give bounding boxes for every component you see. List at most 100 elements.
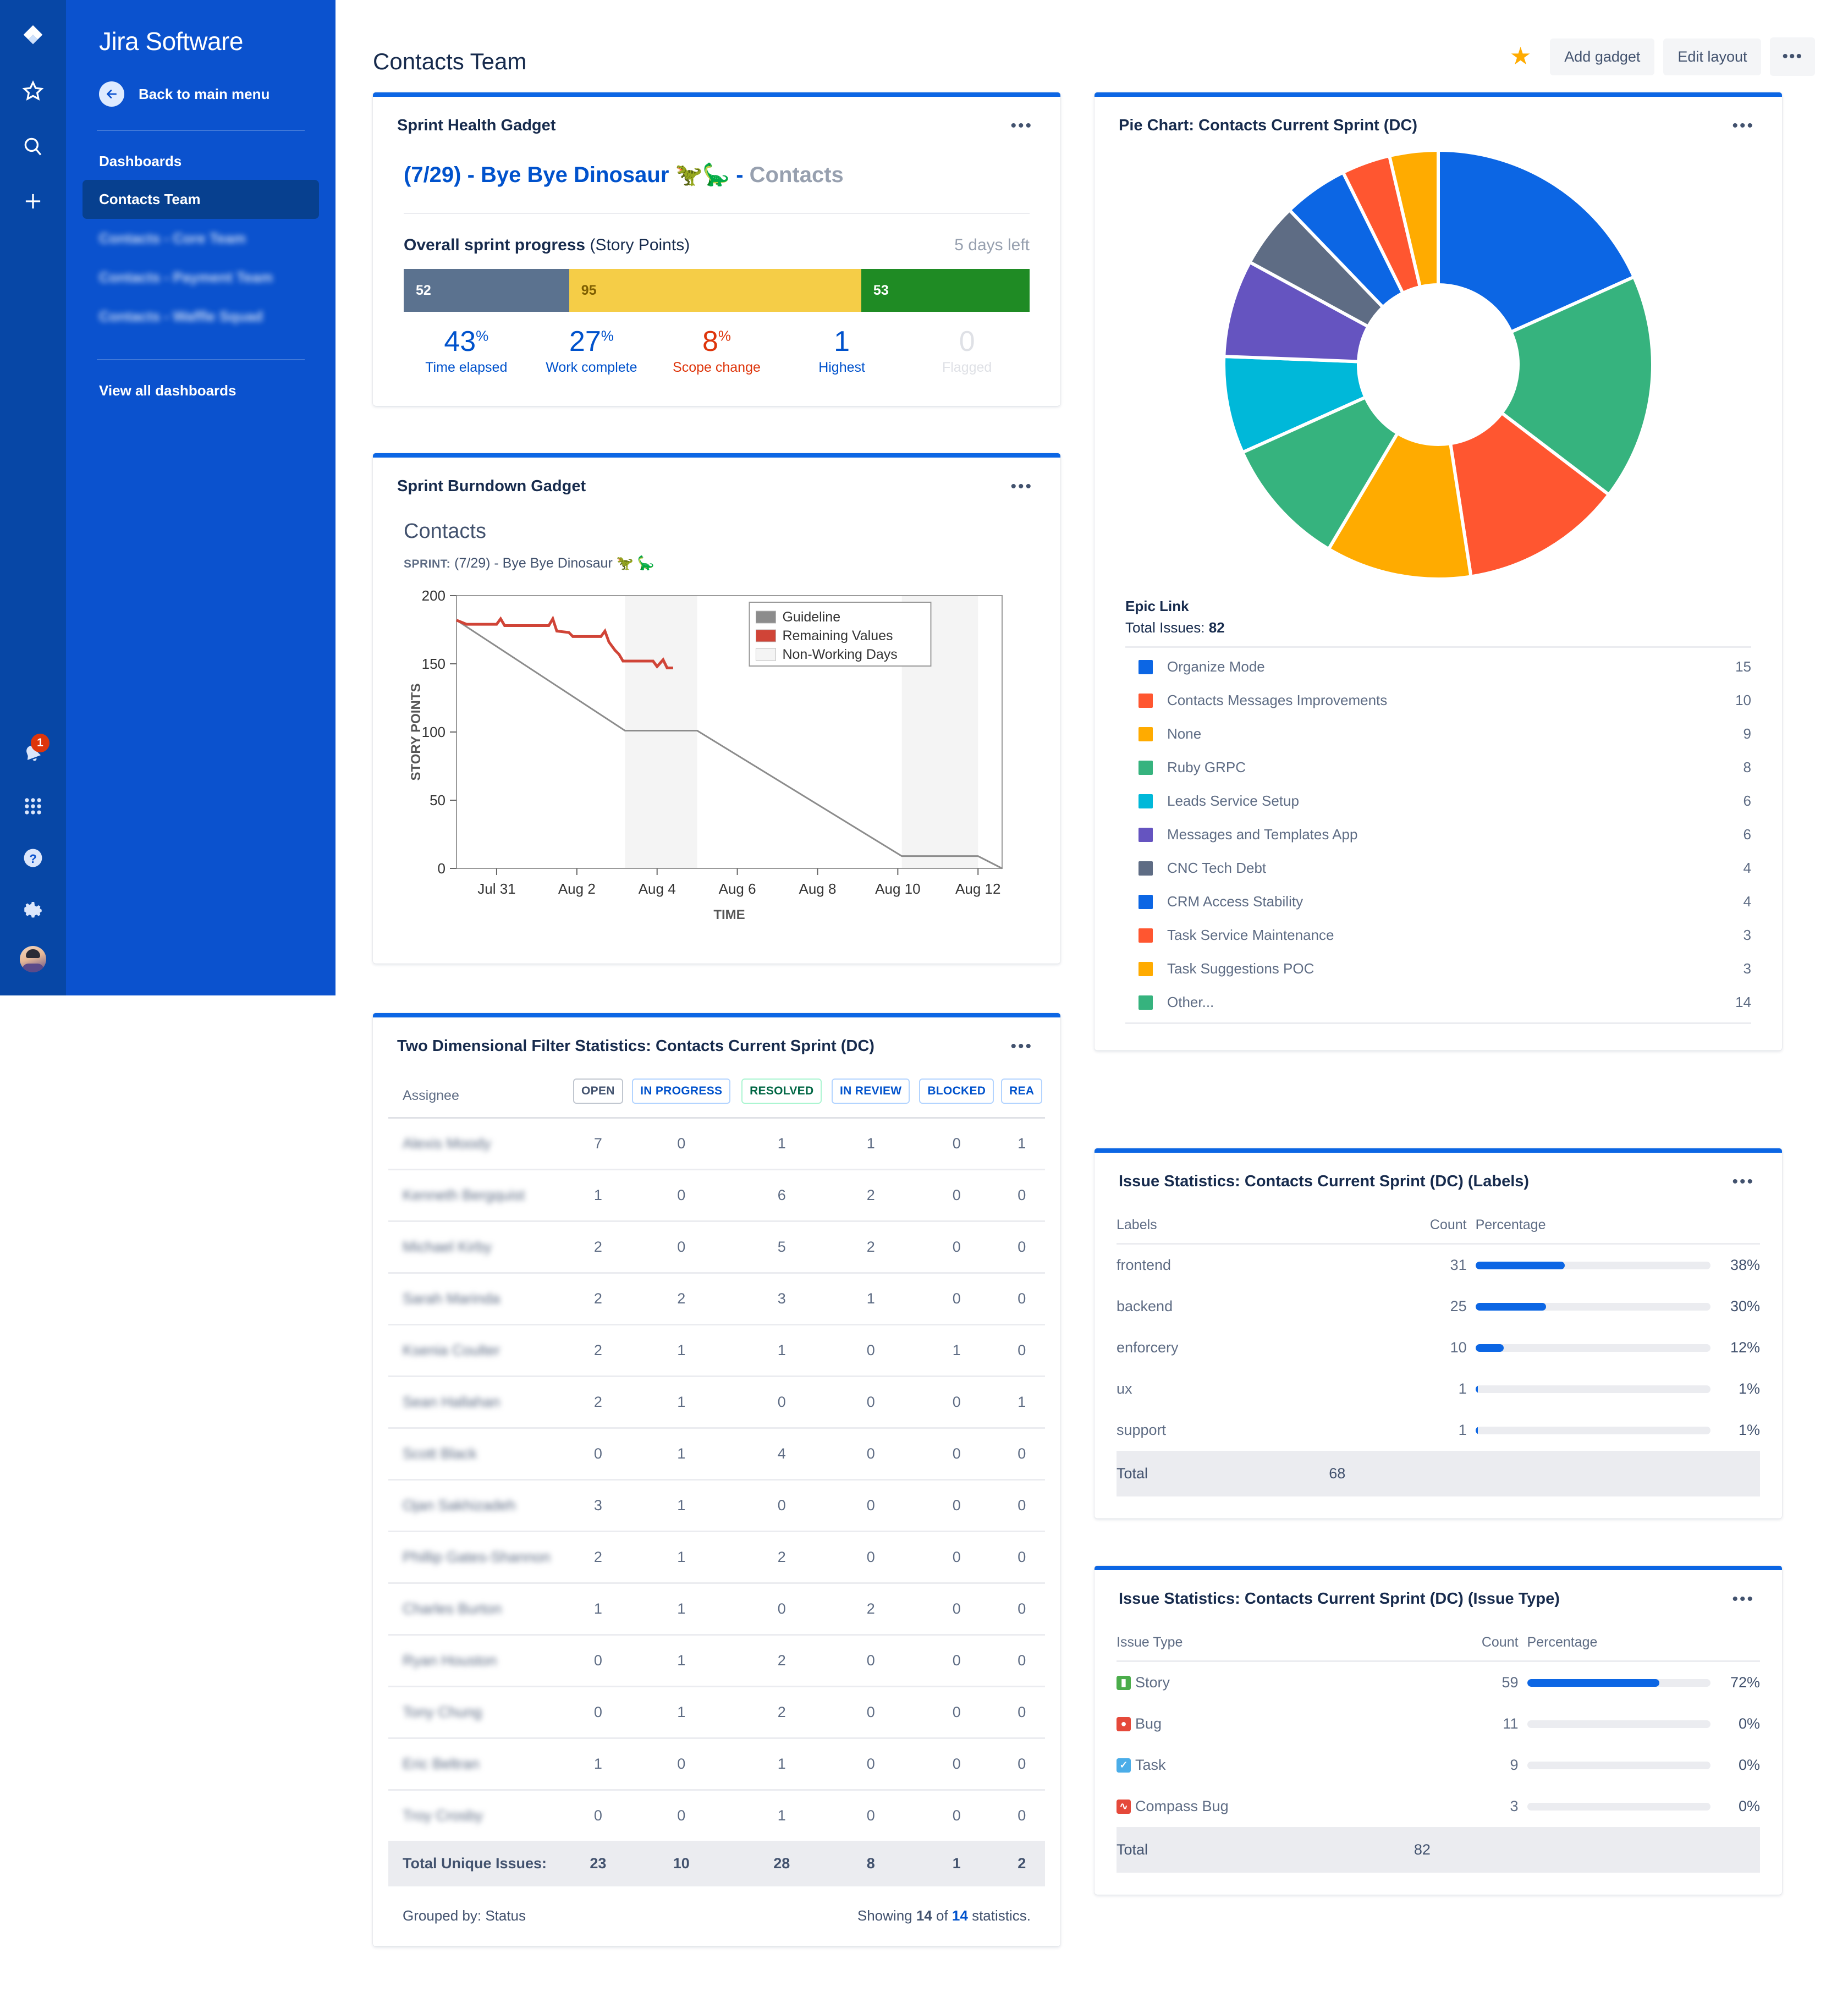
cell-value[interactable]: 0 xyxy=(915,1220,999,1273)
pie-legend-item[interactable]: CNC Tech Debt 4 xyxy=(1125,851,1751,885)
sidebar-item-contacts-core-team[interactable]: Contacts - Core Team xyxy=(82,219,319,258)
row-count[interactable]: 1 xyxy=(1323,1368,1475,1410)
view-all-dashboards-link[interactable]: View all dashboards xyxy=(66,360,336,399)
legend-label[interactable]: Messages and Templates App xyxy=(1167,826,1744,843)
cell-value[interactable]: 3 xyxy=(736,1272,827,1325)
legend-label[interactable]: Contacts Messages Improvements xyxy=(1167,692,1735,709)
cell-value[interactable]: 2 xyxy=(570,1272,626,1325)
pie-chart-svg[interactable] xyxy=(1218,145,1658,585)
pie-legend-item[interactable]: Contacts Messages Improvements 10 xyxy=(1125,684,1751,717)
status-chip[interactable]: IN PROGRESS xyxy=(632,1078,731,1104)
cell-value[interactable]: 0 xyxy=(915,1169,999,1221)
progress-segment-inprogress[interactable]: 95 xyxy=(569,269,861,312)
cell-value[interactable]: 0 xyxy=(915,1272,999,1325)
cell-value[interactable]: 4 xyxy=(736,1427,827,1480)
column-header-in-review[interactable]: IN REVIEW xyxy=(827,1078,915,1118)
header-more-button[interactable]: ••• xyxy=(1770,37,1815,76)
assignee-name[interactable]: Kenneth Bergquist xyxy=(388,1169,570,1221)
pie-chart-more-icon[interactable]: ••• xyxy=(1732,117,1758,134)
avatar[interactable] xyxy=(20,946,46,972)
pie-legend-item[interactable]: Task Service Maintenance 3 xyxy=(1125,918,1751,952)
cell-value[interactable]: 0 xyxy=(570,1427,626,1480)
cell-value[interactable]: 1 xyxy=(915,1324,999,1377)
pie-legend-item[interactable]: Leads Service Setup 6 xyxy=(1125,784,1751,818)
cell-value[interactable]: 1 xyxy=(736,1117,827,1170)
sprint-link[interactable]: (7/29) - Bye Bye Dinosaur 🦖🦕 - xyxy=(404,163,744,187)
cell-value[interactable]: 0 xyxy=(998,1169,1045,1221)
row-count[interactable]: 9 xyxy=(1409,1745,1527,1786)
cell-value[interactable]: 0 xyxy=(827,1634,915,1687)
cell-value[interactable]: 0 xyxy=(915,1479,999,1532)
legend-label[interactable]: Leads Service Setup xyxy=(1167,793,1744,810)
status-chip[interactable]: BLOCKED xyxy=(919,1078,994,1104)
cell-value[interactable]: 1 xyxy=(736,1324,827,1377)
row-count[interactable]: 3 xyxy=(1409,1786,1527,1827)
cell-value[interactable]: 1 xyxy=(626,1375,737,1428)
assignee-name[interactable]: Alexis Moody xyxy=(388,1117,570,1170)
row-count[interactable]: 11 xyxy=(1409,1703,1527,1745)
legend-label[interactable]: None xyxy=(1167,725,1744,742)
assignee-name[interactable]: Scott Black xyxy=(388,1427,570,1480)
cell-value[interactable]: 1 xyxy=(626,1531,737,1583)
sidebar-item-contacts-waffle-squad[interactable]: Contacts - Waffle Squad xyxy=(82,297,319,336)
pie-legend-item[interactable]: Task Suggestions POC 3 xyxy=(1125,952,1751,986)
notification-bell-icon[interactable]: 1 xyxy=(18,734,50,770)
cell-value[interactable]: 0 xyxy=(998,1220,1045,1273)
legend-label[interactable]: Task Service Maintenance xyxy=(1167,927,1744,944)
cell-value[interactable]: 2 xyxy=(827,1169,915,1221)
pie-legend-item[interactable]: Ruby GRPC 8 xyxy=(1125,751,1751,784)
assignee-name[interactable]: Charles Burton xyxy=(388,1582,570,1635)
legend-label[interactable]: Task Suggestions POC xyxy=(1167,960,1744,977)
label-name[interactable]: ux xyxy=(1116,1380,1132,1397)
cell-value[interactable]: 1 xyxy=(998,1375,1045,1428)
label-name[interactable]: support xyxy=(1116,1422,1166,1438)
cell-value[interactable]: 1 xyxy=(570,1169,626,1221)
legend-label[interactable]: CNC Tech Debt xyxy=(1167,860,1744,877)
cell-value[interactable]: 0 xyxy=(915,1737,999,1790)
labels-stats-more-icon[interactable]: ••• xyxy=(1732,1173,1758,1190)
cell-value[interactable]: 0 xyxy=(827,1789,915,1841)
cell-value[interactable]: 2 xyxy=(736,1634,827,1687)
cell-value[interactable]: 0 xyxy=(998,1737,1045,1790)
assignee-name[interactable]: Phillip Gates-Shannon xyxy=(388,1531,570,1583)
search-icon[interactable] xyxy=(18,131,48,162)
row-count[interactable]: 10 xyxy=(1323,1327,1475,1368)
cell-value[interactable]: 1 xyxy=(626,1479,737,1532)
cell-value[interactable]: 2 xyxy=(570,1220,626,1273)
cell-value[interactable]: 1 xyxy=(626,1634,737,1687)
cell-value[interactable]: 2 xyxy=(570,1531,626,1583)
two-dim-more-icon[interactable]: ••• xyxy=(1010,1038,1036,1055)
cell-value[interactable]: 1 xyxy=(570,1582,626,1635)
cell-value[interactable]: 1 xyxy=(570,1737,626,1790)
column-header-rea[interactable]: REA xyxy=(999,1078,1045,1118)
issue-type-label[interactable]: Task xyxy=(1135,1757,1166,1774)
cell-value[interactable]: 0 xyxy=(998,1582,1045,1635)
cell-value[interactable]: 0 xyxy=(827,1737,915,1790)
pie-legend-item[interactable]: Messages and Templates App 6 xyxy=(1125,818,1751,851)
apps-grid-icon[interactable] xyxy=(18,791,48,822)
cell-value[interactable]: 0 xyxy=(626,1789,737,1841)
label-name[interactable]: enforcery xyxy=(1116,1339,1179,1356)
cell-value[interactable]: 2 xyxy=(736,1686,827,1738)
star-icon[interactable] xyxy=(18,76,48,107)
sidebar-item-contacts-payment-team[interactable]: Contacts - Payment Team xyxy=(82,258,319,297)
pie-legend-item[interactable]: None 9 xyxy=(1125,717,1751,751)
progress-segment-done[interactable]: 53 xyxy=(861,269,1030,312)
cell-value[interactable]: 0 xyxy=(827,1479,915,1532)
legend-label[interactable]: Other... xyxy=(1167,994,1735,1011)
cell-value[interactable]: 0 xyxy=(998,1479,1045,1532)
cell-value[interactable]: 0 xyxy=(626,1117,737,1170)
cell-value[interactable]: 1 xyxy=(736,1789,827,1841)
assignee-name[interactable]: Ksenia Coulter xyxy=(388,1324,570,1377)
issue-type-label[interactable]: Compass Bug xyxy=(1135,1798,1229,1815)
assignee-name[interactable]: Ryan Houston xyxy=(388,1634,570,1687)
cell-value[interactable]: 0 xyxy=(998,1634,1045,1687)
row-count[interactable]: 31 xyxy=(1323,1244,1475,1286)
legend-label[interactable]: CRM Access Stability xyxy=(1167,893,1744,910)
cell-value[interactable]: 0 xyxy=(915,1531,999,1583)
cell-value[interactable]: 1 xyxy=(998,1117,1045,1170)
plus-icon[interactable] xyxy=(18,186,48,217)
sidebar-item-contacts-team[interactable]: Contacts Team xyxy=(82,180,319,219)
cell-value[interactable]: 0 xyxy=(736,1375,827,1428)
type-stats-more-icon[interactable]: ••• xyxy=(1732,1591,1758,1608)
